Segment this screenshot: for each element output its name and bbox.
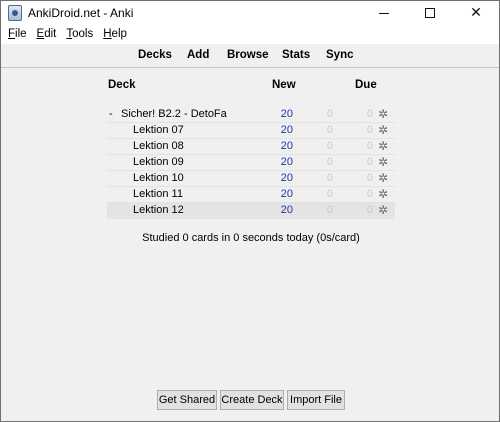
new-count: 20 xyxy=(280,188,293,200)
learn-count: 0 xyxy=(326,108,333,120)
menu-edit[interactable]: Edit xyxy=(32,25,62,44)
deck-options-gear-icon[interactable]: ✲ xyxy=(378,156,388,169)
deck-options-gear-icon[interactable]: ✲ xyxy=(378,108,388,121)
learn-count: 0 xyxy=(326,156,333,168)
deck-name[interactable]: Lektion 12 xyxy=(133,204,184,216)
deck-name-parent[interactable]: Sicher! B2.2 - DetoFa xyxy=(121,108,227,120)
deck-options-gear-icon[interactable]: ✲ xyxy=(378,204,388,217)
minimize-icon xyxy=(379,12,389,14)
get-shared-button[interactable]: Get Shared xyxy=(157,390,217,410)
learn-count: 0 xyxy=(326,140,333,152)
main-toolbar: Decks Add Browse Stats Sync xyxy=(1,44,499,68)
toolbar-stats-link[interactable]: Stats xyxy=(282,49,310,61)
new-count: 20 xyxy=(280,108,293,120)
due-count: 0 xyxy=(366,108,373,120)
deck-row-parent[interactable]: - Sicher! B2.2 - DetoFa 20 0 0 ✲ xyxy=(107,107,395,123)
close-button[interactable]: ✕ xyxy=(453,1,499,25)
deck-options-gear-icon[interactable]: ✲ xyxy=(378,124,388,137)
menu-help[interactable]: Help xyxy=(98,25,132,44)
new-count: 20 xyxy=(280,172,293,184)
learn-count: 0 xyxy=(326,188,333,200)
deck-row[interactable]: Lektion 10 20 0 0 ✲ xyxy=(107,171,395,187)
new-count: 20 xyxy=(280,140,293,152)
new-column-header: New xyxy=(272,79,296,91)
menu-bar: File Edit Tools Help xyxy=(1,25,499,44)
import-file-button[interactable]: Import File xyxy=(287,390,345,410)
menu-file[interactable]: File xyxy=(3,25,32,44)
deck-name[interactable]: Lektion 11 xyxy=(133,188,183,200)
deck-options-gear-icon[interactable]: ✲ xyxy=(378,188,388,201)
studied-today-status: Studied 0 cards in 0 seconds today (0s/c… xyxy=(142,232,360,244)
toolbar-add-link[interactable]: Add xyxy=(187,49,209,61)
anki-main-window: AnkiDroid.net - Anki ✕ File Edit Tools H… xyxy=(0,0,500,422)
maximize-icon xyxy=(425,8,435,18)
title-bar: AnkiDroid.net - Anki ✕ xyxy=(1,1,499,25)
deck-options-gear-icon[interactable]: ✲ xyxy=(378,172,388,185)
learn-count: 0 xyxy=(326,204,333,216)
due-count: 0 xyxy=(366,172,373,184)
due-count: 0 xyxy=(366,156,373,168)
due-count: 0 xyxy=(366,140,373,152)
deck-name[interactable]: Lektion 08 xyxy=(133,140,184,152)
deck-row[interactable]: Lektion 11 20 0 0 ✲ xyxy=(107,187,395,203)
deck-options-gear-icon[interactable]: ✲ xyxy=(378,140,388,153)
due-column-header: Due xyxy=(355,79,377,91)
menu-tools[interactable]: Tools xyxy=(61,25,98,44)
learn-count: 0 xyxy=(326,172,333,184)
deck-column-header: Deck xyxy=(108,79,136,91)
window-title: AnkiDroid.net - Anki xyxy=(28,6,134,20)
minimize-button[interactable] xyxy=(361,1,407,25)
deck-name[interactable]: Lektion 07 xyxy=(133,124,184,136)
due-count: 0 xyxy=(366,204,373,216)
anki-app-icon[interactable] xyxy=(8,5,22,21)
toolbar-browse-link[interactable]: Browse xyxy=(227,49,269,61)
deck-name[interactable]: Lektion 10 xyxy=(133,172,184,184)
due-count: 0 xyxy=(366,124,373,136)
collapse-toggle[interactable]: - xyxy=(109,108,113,120)
toolbar-decks-link[interactable]: Decks xyxy=(138,49,172,61)
maximize-button[interactable] xyxy=(407,1,453,25)
new-count: 20 xyxy=(280,124,293,136)
create-deck-button[interactable]: Create Deck xyxy=(220,390,284,410)
deck-name[interactable]: Lektion 09 xyxy=(133,156,184,168)
new-count: 20 xyxy=(280,204,293,216)
new-count: 20 xyxy=(280,156,293,168)
learn-count: 0 xyxy=(326,124,333,136)
due-count: 0 xyxy=(366,188,373,200)
deck-row[interactable]: Lektion 08 20 0 0 ✲ xyxy=(107,139,395,155)
close-icon: ✕ xyxy=(470,5,482,21)
deck-row-current[interactable]: Lektion 12 20 0 0 ✲ xyxy=(107,203,395,219)
toolbar-sync-link[interactable]: Sync xyxy=(326,49,354,61)
deck-row[interactable]: Lektion 09 20 0 0 ✲ xyxy=(107,155,395,171)
deck-row[interactable]: Lektion 07 20 0 0 ✲ xyxy=(107,123,395,139)
